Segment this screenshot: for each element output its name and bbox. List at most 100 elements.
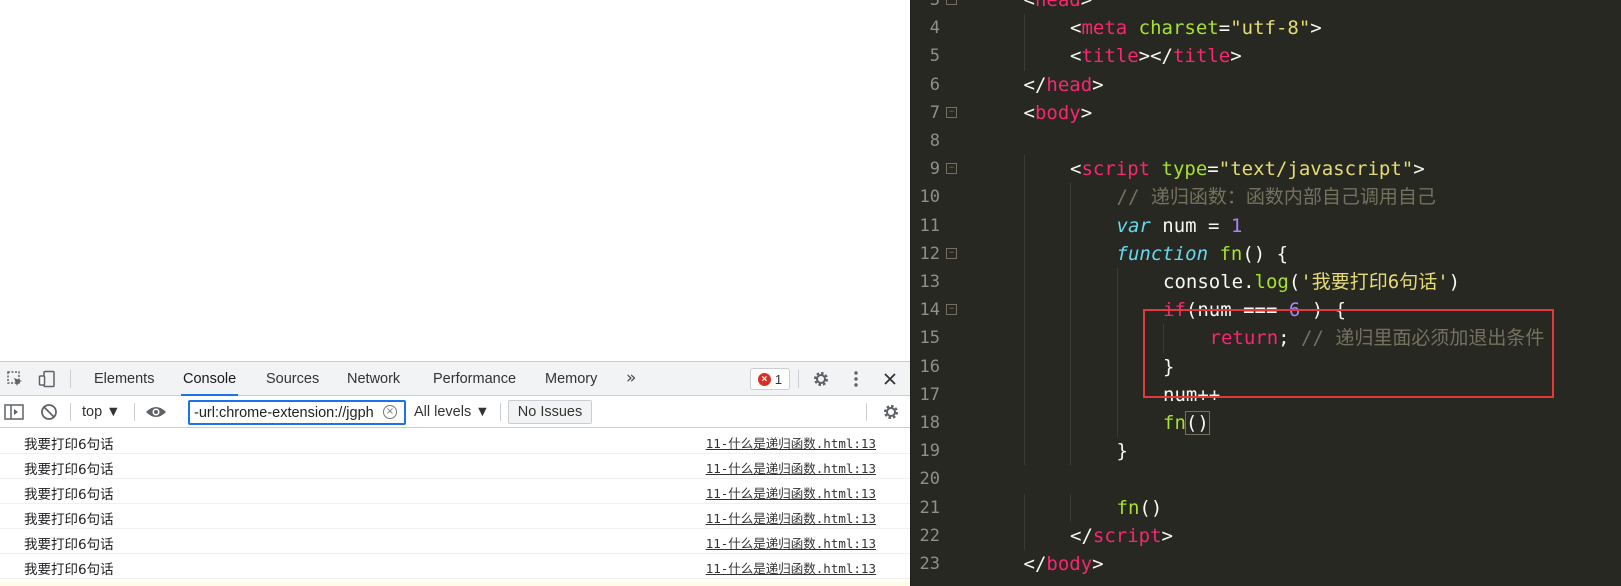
code-line[interactable]: 5 <title></title>: [910, 42, 1621, 71]
clear-filter-icon[interactable]: ×: [383, 405, 397, 419]
line-number: 17: [919, 384, 940, 405]
code-token: >: [1310, 17, 1322, 40]
code-token: head: [1034, 0, 1081, 11]
tab-sources[interactable]: Sources: [264, 362, 321, 396]
code-line[interactable]: 20: [910, 465, 1621, 494]
console-source-link[interactable]: 11-什么是递归函数.html:13: [706, 508, 876, 527]
code-line[interactable]: 16}: [910, 352, 1621, 382]
line-number: 6: [929, 74, 940, 95]
code-line[interactable]: 8: [910, 127, 1621, 156]
code-token: head: [1046, 73, 1093, 96]
browser-pane: Elements Console Sources Network Perform…: [0, 0, 910, 586]
fold-toggle-icon[interactable]: −: [946, 163, 957, 175]
log-levels-select[interactable]: All levels ▼: [414, 402, 490, 422]
code-line[interactable]: 18 fn(): [910, 409, 1621, 438]
code-line[interactable]: 21 fn(): [910, 493, 1621, 523]
indent-guide: [1023, 211, 1025, 240]
indent-guide: [1023, 493, 1025, 522]
code-token: "text/javascript": [1218, 158, 1414, 181]
kebab-icon[interactable]: [845, 369, 867, 389]
line-number: 13: [919, 272, 940, 292]
indent-guide: [1070, 352, 1071, 381]
code-token: <: [1070, 17, 1082, 40]
sidebar-icon[interactable]: [3, 402, 25, 422]
code-line[interactable]: 6 </head>: [910, 71, 1621, 100]
eye-icon[interactable]: [145, 402, 167, 422]
line-number: 12: [919, 243, 940, 264]
code-line[interactable]: 11 var num = 1: [910, 211, 1621, 241]
code-token: (num ===: [1185, 299, 1289, 322]
code-line[interactable]: 23 </body>: [910, 550, 1621, 579]
pane-divider[interactable]: [910, 0, 911, 586]
console-message-text: 我要打印6句话: [24, 537, 114, 553]
tab-memory[interactable]: Memory: [543, 362, 599, 396]
issues-button[interactable]: No Issues: [508, 400, 592, 424]
code-token: (): [1139, 496, 1163, 519]
code-line[interactable]: 7− <body>: [910, 99, 1621, 128]
code-token: </: [1070, 524, 1093, 547]
code-line[interactable]: 17 num++: [910, 380, 1621, 410]
code-token: >: [1080, 0, 1093, 11]
line-number: 11: [919, 215, 940, 236]
gear-icon[interactable]: [810, 369, 832, 389]
tab-console[interactable]: Console: [181, 362, 239, 396]
device-toggle-icon[interactable]: [36, 369, 58, 389]
code-token: ): [1448, 271, 1461, 293]
console-prompt-strip[interactable]: [0, 582, 910, 586]
fold-toggle-icon[interactable]: −: [946, 0, 957, 5]
code-token: type: [1161, 158, 1208, 181]
code-line[interactable]: 9− <script type="text/javascript">: [910, 155, 1621, 184]
clear-icon[interactable]: [38, 402, 60, 422]
code-line[interactable]: 14− if(num === 6 ) {: [910, 296, 1621, 325]
line-number: 20: [919, 469, 940, 490]
indent-guide: [1116, 296, 1118, 325]
console-message-row: 我要打印6句话 11-什么是递归函数.html:13: [0, 429, 910, 454]
code-token: <: [1023, 101, 1035, 124]
inspect-icon[interactable]: [4, 369, 26, 389]
console-message-text: 我要打印6句话: [24, 562, 114, 578]
more-tabs-button[interactable]: »: [626, 362, 636, 396]
tab-performance[interactable]: Performance: [431, 362, 518, 396]
close-icon[interactable]: [879, 369, 901, 389]
console-message-text: 我要打印6句话: [24, 437, 114, 453]
code-line[interactable]: 22 </script>: [910, 521, 1621, 551]
tab-elements[interactable]: Elements: [92, 362, 156, 396]
context-select[interactable]: top ▼: [82, 402, 121, 422]
code-line[interactable]: 3 − <head>: [910, 0, 1621, 15]
code-line[interactable]: 15 return; // 递归里面必须加退出条件: [910, 324, 1621, 353]
code-token: num++: [1163, 383, 1221, 406]
tab-network[interactable]: Network: [345, 362, 402, 396]
line-number: 16: [919, 356, 940, 377]
code-line[interactable]: 10 // 递归函数：函数内部自己调用自己: [910, 183, 1621, 212]
code-text: function fn() {: [1117, 240, 1289, 269]
console-source-link[interactable]: 11-什么是递归函数.html:13: [706, 483, 876, 502]
code-token: "utf-8": [1230, 17, 1311, 40]
console-source-link[interactable]: 11-什么是递归函数.html:13: [706, 558, 876, 577]
console-message-text: 我要打印6句话: [24, 462, 114, 478]
filter-input[interactable]: [188, 400, 406, 425]
code-text: // 递归函数：函数内部自己调用自己: [1117, 183, 1436, 212]
error-count-badge[interactable]: × 1: [750, 368, 790, 390]
code-line[interactable]: 12− function fn() {: [910, 239, 1621, 269]
code-line[interactable]: 4 <meta charset="utf-8">: [910, 14, 1621, 43]
fold-toggle-icon[interactable]: −: [946, 247, 957, 259]
code-token: body: [1046, 553, 1093, 575]
console-source-link[interactable]: 11-什么是递归函数.html:13: [706, 433, 876, 452]
console-source-link[interactable]: 11-什么是递归函数.html:13: [706, 533, 876, 552]
console-message-row: 我要打印6句话 11-什么是递归函数.html:13: [0, 554, 910, 579]
console-message-text: 我要打印6句话: [24, 487, 114, 503]
error-icon: ×: [757, 372, 771, 386]
code-line[interactable]: 19}: [910, 437, 1621, 466]
code-token: =: [1208, 214, 1231, 237]
line-number: 18: [919, 413, 940, 433]
code-editor[interactable]: 3−<head>4<meta charset="utf-8">5<title><…: [910, 0, 1621, 586]
code-line[interactable]: 13 console.log('我要打印6句话'): [910, 268, 1621, 297]
fold-toggle-icon[interactable]: −: [946, 304, 957, 316]
console-settings-gear-icon[interactable]: [880, 402, 902, 422]
indent-guide: [1023, 42, 1025, 71]
fold-toggle-icon[interactable]: −: [946, 106, 957, 118]
console-toolbar: top ▼ × All levels ▼ No Issues: [0, 396, 910, 428]
console-source-link[interactable]: 11-什么是递归函数.html:13: [706, 458, 876, 477]
indent-guide: [1070, 183, 1071, 212]
code-token: }: [1163, 355, 1175, 378]
